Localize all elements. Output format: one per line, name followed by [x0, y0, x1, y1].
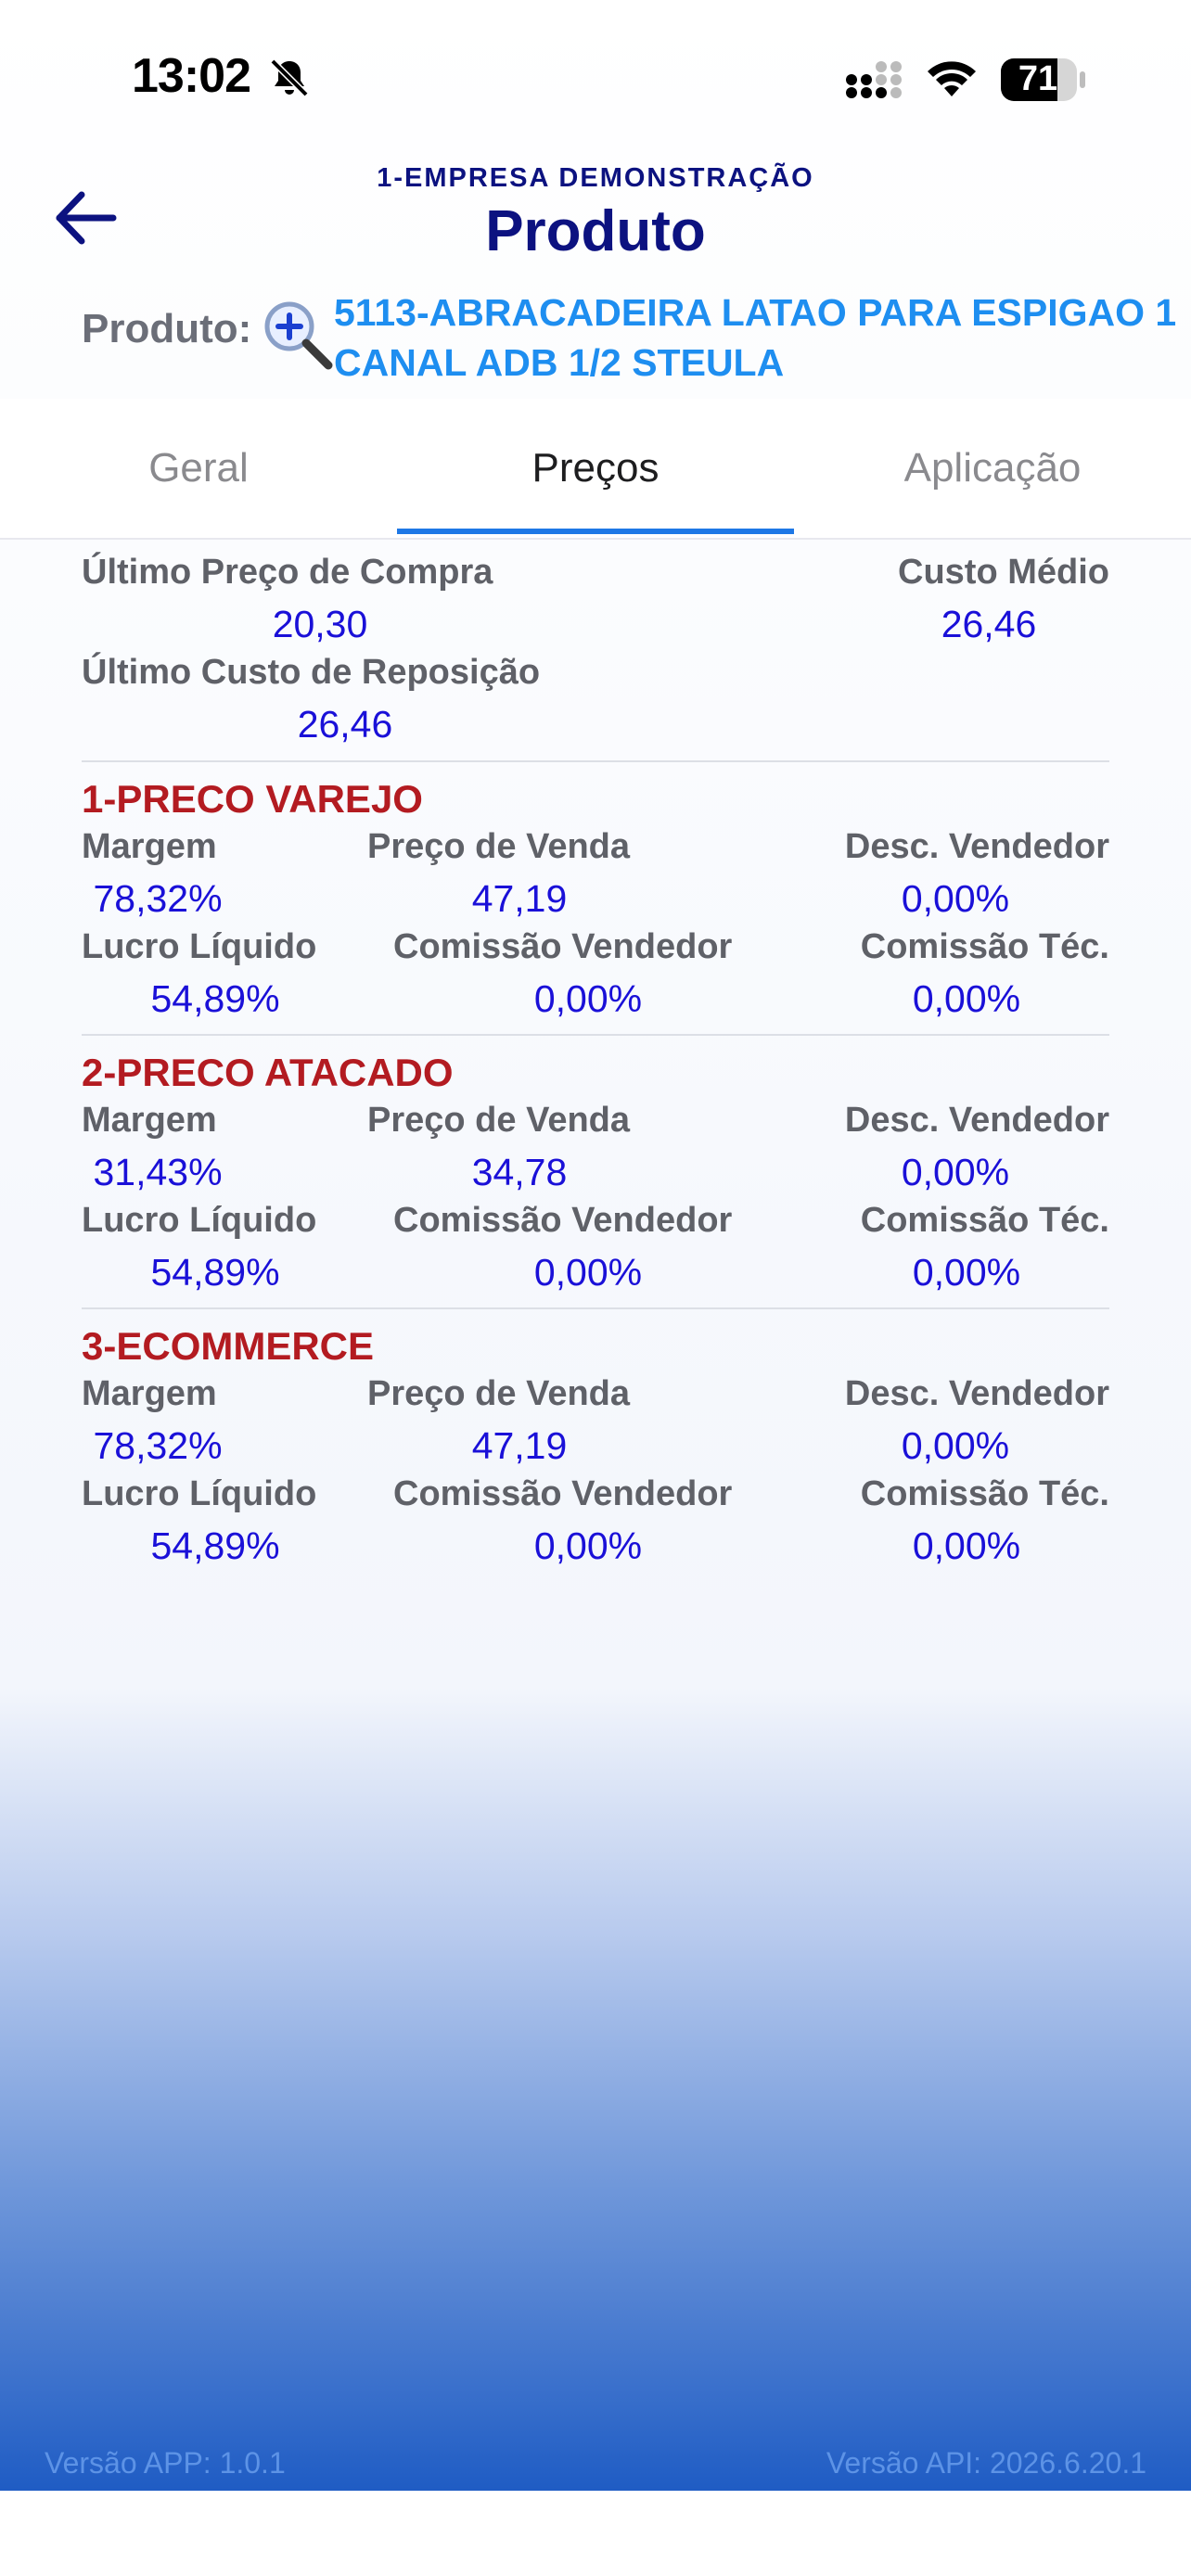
- net-profit-value: 54,89%: [150, 977, 280, 1020]
- status-time: 13:02: [132, 49, 251, 103]
- seller-commission-label: Comissão Vendedor: [393, 1201, 733, 1240]
- product-label: Produto:: [82, 306, 252, 351]
- tech-commission-value: 0,00%: [912, 1251, 1021, 1294]
- active-tab-indicator: [397, 529, 794, 534]
- tech-commission-value: 0,00%: [912, 1524, 1021, 1567]
- sale-price-value: 47,19: [471, 1424, 568, 1467]
- net-profit-value: 54,89%: [150, 1524, 280, 1567]
- margin-value: 31,43%: [93, 1151, 223, 1193]
- bell-off-icon: [270, 58, 309, 97]
- net-profit-label: Lucro Líquido: [82, 927, 317, 966]
- margin-label: Margem: [82, 827, 217, 866]
- tech-commission-label: Comissão Téc.: [860, 1474, 1109, 1513]
- seller-commission-value: 0,00%: [533, 1524, 643, 1567]
- seller-commission-label: Comissão Vendedor: [393, 1474, 733, 1513]
- seller-commission-value: 0,00%: [533, 1251, 643, 1294]
- sale-price-label: Preço de Venda: [367, 827, 631, 866]
- net-profit-label: Lucro Líquido: [82, 1201, 317, 1240]
- tab-aplicacao[interactable]: Aplicação: [794, 399, 1191, 538]
- margin-label: Margem: [82, 1101, 217, 1140]
- product-name[interactable]: 5113-ABRACADEIRA LATAO PARA ESPIGAO 1 CA…: [334, 287, 1191, 388]
- price-table-name: 2-PRECO ATACADO: [82, 1051, 454, 1094]
- zoom-search-icon[interactable]: [262, 299, 334, 371]
- seller-discount-value: 0,00%: [901, 877, 1010, 920]
- seller-discount-label: Desc. Vendedor: [844, 1101, 1109, 1140]
- battery-level: 71: [1018, 59, 1058, 98]
- seller-commission-value: 0,00%: [533, 977, 643, 1020]
- replacement-cost-value: 26,46: [297, 703, 393, 746]
- tab-bar: Geral Preços Aplicação: [0, 399, 1191, 540]
- tech-commission-label: Comissão Téc.: [860, 927, 1109, 966]
- api-version: Versão API: 2026.6.20.1: [826, 2446, 1146, 2480]
- product-name-line2: CANAL ADB 1/2 STEULA: [334, 341, 785, 384]
- wifi-icon: [928, 61, 976, 96]
- divider: [82, 1307, 1109, 1309]
- cellular-signal-icon: [846, 61, 902, 98]
- seller-discount-label: Desc. Vendedor: [844, 827, 1109, 866]
- avg-cost-value: 26,46: [941, 603, 1037, 645]
- sale-price-label: Preço de Venda: [367, 1374, 631, 1413]
- sale-price-value: 34,78: [471, 1151, 568, 1193]
- tech-commission-label: Comissão Téc.: [860, 1201, 1109, 1240]
- divider: [82, 760, 1109, 762]
- net-profit-label: Lucro Líquido: [82, 1474, 317, 1513]
- last-purchase-value: 20,30: [272, 603, 368, 645]
- replacement-cost-label: Último Custo de Reposição: [82, 653, 541, 692]
- seller-discount-value: 0,00%: [901, 1151, 1010, 1193]
- margin-value: 78,32%: [93, 877, 223, 920]
- seller-commission-label: Comissão Vendedor: [393, 927, 733, 966]
- price-table-name: 3-ECOMMERCE: [82, 1324, 375, 1368]
- app-version: Versão APP: 1.0.1: [45, 2446, 286, 2480]
- tech-commission-value: 0,00%: [912, 977, 1021, 1020]
- sale-price-value: 47,19: [471, 877, 568, 920]
- tab-precos[interactable]: Preços: [397, 399, 794, 538]
- seller-discount-label: Desc. Vendedor: [844, 1374, 1109, 1413]
- last-purchase-label: Último Preço de Compra: [82, 553, 493, 592]
- margin-value: 78,32%: [93, 1424, 223, 1467]
- margin-label: Margem: [82, 1374, 217, 1413]
- product-name-line1: 5113-ABRACADEIRA LATAO PARA ESPIGAO 1: [334, 291, 1177, 334]
- avg-cost-label: Custo Médio: [898, 553, 1109, 592]
- price-table-name: 1-PRECO VAREJO: [82, 777, 423, 821]
- seller-discount-value: 0,00%: [901, 1424, 1010, 1467]
- app-screen: 13:02 71 1-EMPRESA DEMONSTRAÇÃO Produto …: [0, 0, 1191, 2491]
- page-title: Produto: [485, 199, 706, 263]
- net-profit-value: 54,89%: [150, 1251, 280, 1294]
- company-name: 1-EMPRESA DEMONSTRAÇÃO: [377, 163, 814, 193]
- tab-geral[interactable]: Geral: [0, 399, 397, 538]
- sale-price-label: Preço de Venda: [367, 1101, 631, 1140]
- divider: [82, 1034, 1109, 1036]
